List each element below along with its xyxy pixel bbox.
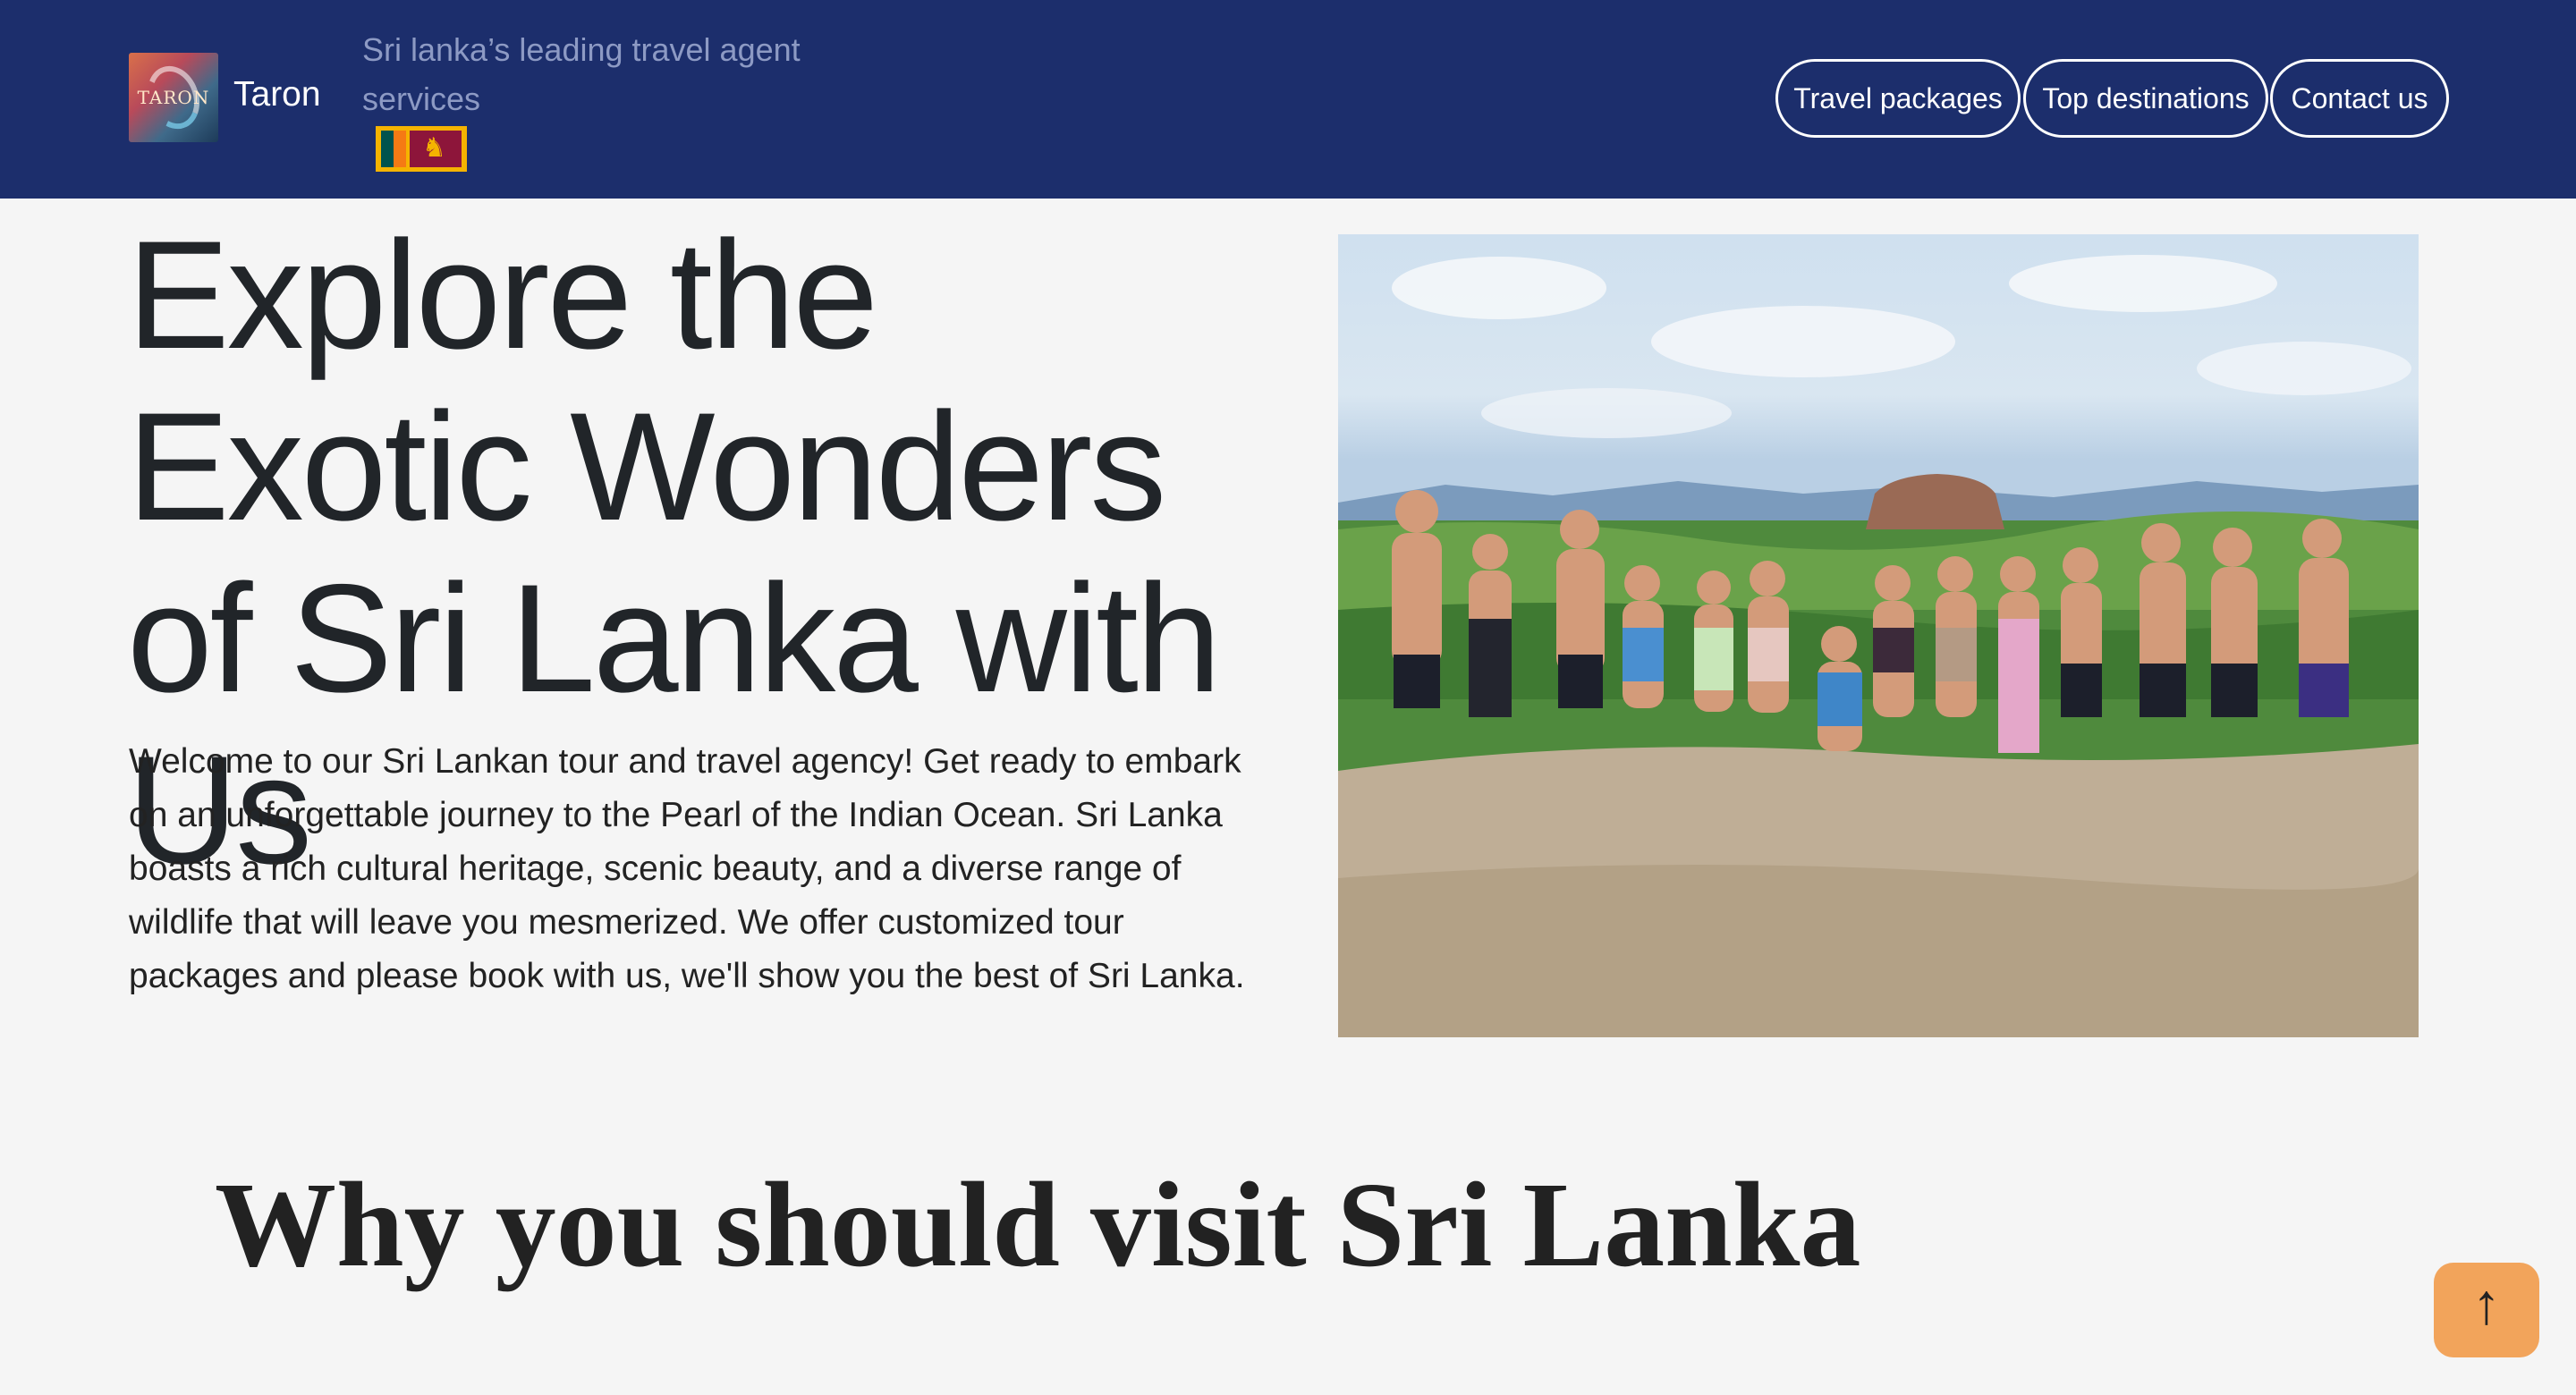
brand-name[interactable]: Taron bbox=[233, 75, 321, 114]
nav-travel-packages-button[interactable]: Travel packages bbox=[1775, 59, 2021, 138]
arrow-up-icon: ↑ bbox=[2472, 1272, 2501, 1336]
brand-logo[interactable]: TARON bbox=[129, 53, 218, 142]
hero-group-photo bbox=[1338, 234, 2419, 1037]
nav-contact-us-button[interactable]: Contact us bbox=[2270, 59, 2449, 138]
hero-description: Welcome to our Sri Lankan tour and trave… bbox=[129, 742, 1245, 995]
navbar: TARON Taron Sri lanka’s leading travel a… bbox=[0, 0, 2576, 199]
tagline: Sri lanka’s leading travel agent service… bbox=[362, 31, 801, 117]
logo-text: TARON bbox=[137, 87, 210, 108]
nav-top-destinations-button[interactable]: Top destinations bbox=[2023, 59, 2268, 138]
sri-lanka-flag-icon: ♞ bbox=[376, 126, 467, 172]
scroll-to-top-button[interactable]: ↑ bbox=[2434, 1263, 2539, 1357]
section-title-why-visit: Why you should visit Sri Lanka bbox=[215, 1158, 1861, 1292]
